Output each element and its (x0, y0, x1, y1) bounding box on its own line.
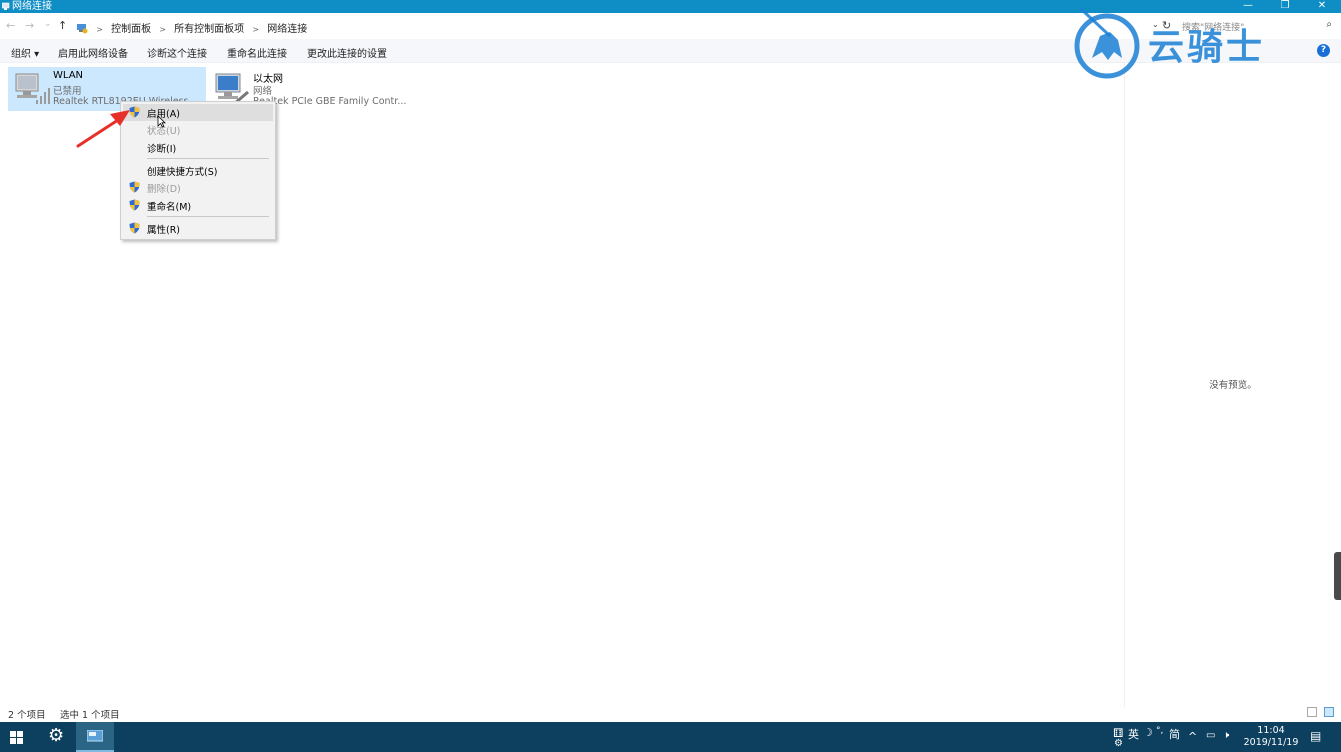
details-view-icon[interactable] (1307, 707, 1317, 717)
preview-pane: 没有预览。 (1124, 63, 1341, 707)
selection-count: 选中 1 个项目 (60, 710, 120, 721)
diagnose-connection-button[interactable]: 诊断这个连接 (147, 45, 207, 60)
taskbar-settings[interactable]: ⚙ (38, 722, 74, 752)
gear-icon: ⚙ (48, 725, 65, 746)
moon-icon[interactable]: ☽ (1143, 726, 1153, 739)
control-panel-app-icon (87, 730, 103, 742)
network-status-icon[interactable]: ▭ (1206, 730, 1215, 741)
menu-item-label: 诊断(I) (147, 144, 177, 155)
uac-shield-icon (129, 181, 140, 193)
back-button[interactable]: ← (6, 19, 15, 32)
clock-date: 2019/11/19 (1243, 737, 1299, 748)
forward-button[interactable]: → (25, 19, 34, 32)
window-title: 网络连接 (12, 1, 52, 12)
menu-item-label: 重命名(M) (147, 202, 192, 213)
windows-logo-icon (10, 731, 23, 744)
no-preview-message: 没有预览。 (1209, 380, 1257, 391)
uac-shield-icon (129, 222, 140, 234)
item-device: Realtek PCIe GBE Family Contr... (253, 96, 407, 107)
clock-time: 11:04 (1257, 725, 1285, 736)
menu-item-status[interactable]: 状态(U) (123, 121, 273, 138)
change-settings-button[interactable]: 更改此连接的设置 (307, 45, 387, 60)
organize-button[interactable]: 组织 ▾ (11, 45, 39, 60)
rename-connection-button[interactable]: 重命名此连接 (227, 45, 287, 60)
item-status: 网络 (253, 86, 273, 97)
control-panel-icon (77, 24, 88, 34)
menu-item-label: 创建快捷方式(S) (147, 167, 218, 178)
uac-shield-icon (129, 199, 140, 211)
ime-mode[interactable]: 简 (1169, 726, 1180, 742)
menu-item-delete[interactable]: 删除(D) (123, 179, 273, 196)
help-button[interactable]: ? (1317, 44, 1330, 57)
side-panel-tab[interactable] (1334, 552, 1341, 600)
ime-settings-icon[interactable]: ⚙ (1114, 738, 1123, 749)
start-button[interactable] (0, 722, 34, 752)
menu-item-enable[interactable]: 启用(A) (123, 104, 273, 121)
taskbar: ⚙ ⚅ 英 ☽ °, 简 ⚙ ^ ▭ 🕨 11:04 2019/11/19 ▤ (0, 722, 1341, 752)
up-button[interactable]: ↑ (58, 19, 67, 32)
breadcrumb-all-items[interactable]: 所有控制面板项 (174, 24, 244, 35)
knight-logo-icon (1074, 6, 1140, 79)
breadcrumb-network-connections[interactable]: 网络连接 (267, 24, 307, 35)
breadcrumb-control-panel[interactable]: 控制面板 (111, 24, 151, 35)
menu-item-rename[interactable]: 重命名(M) (123, 197, 273, 214)
show-hidden-icons-icon[interactable]: ^ (1188, 730, 1197, 743)
item-count: 2 个项目 (8, 710, 46, 721)
menu-separator (147, 158, 269, 159)
network-connections-icon (2, 2, 10, 10)
item-status: 已禁用 (53, 86, 82, 97)
watermark-text: 云骑士 (1148, 27, 1266, 68)
menu-item-properties[interactable]: 属性(R) (123, 220, 273, 237)
menu-separator (147, 216, 269, 217)
taskbar-network-connections[interactable] (76, 722, 114, 752)
large-icons-view-icon[interactable] (1324, 707, 1334, 717)
ime-language[interactable]: 英 (1128, 726, 1139, 742)
volume-icon[interactable]: 🕨 (1223, 730, 1229, 741)
wireless-adapter-icon (15, 73, 50, 104)
item-name: WLAN (53, 70, 84, 81)
search-icon[interactable]: ⌕ (1326, 19, 1332, 30)
enable-device-button[interactable]: 启用此网络设备 (58, 45, 128, 60)
notification-icon[interactable]: ▤ (1310, 729, 1321, 743)
recent-locations-button[interactable]: ⌄ (44, 19, 52, 29)
menu-item-label: 删除(D) (147, 184, 181, 195)
mouse-cursor-icon (157, 115, 166, 128)
clock[interactable]: 11:04 2019/11/19 (1240, 725, 1302, 749)
breadcrumb: > 控制面板 > 所有控制面板项 > 网络连接 (76, 20, 307, 35)
watermark-logo: 云骑士 (1070, 6, 1315, 80)
punctuation-icon[interactable]: °, (1156, 726, 1163, 736)
status-bar: 2 个项目 选中 1 个项目 (0, 705, 1341, 722)
menu-item-label: 属性(R) (147, 225, 181, 236)
red-arrow-annotation (76, 110, 130, 148)
menu-item-create-shortcut[interactable]: 创建快捷方式(S) (123, 162, 273, 179)
menu-item-diagnose[interactable]: 诊断(I) (123, 139, 273, 156)
